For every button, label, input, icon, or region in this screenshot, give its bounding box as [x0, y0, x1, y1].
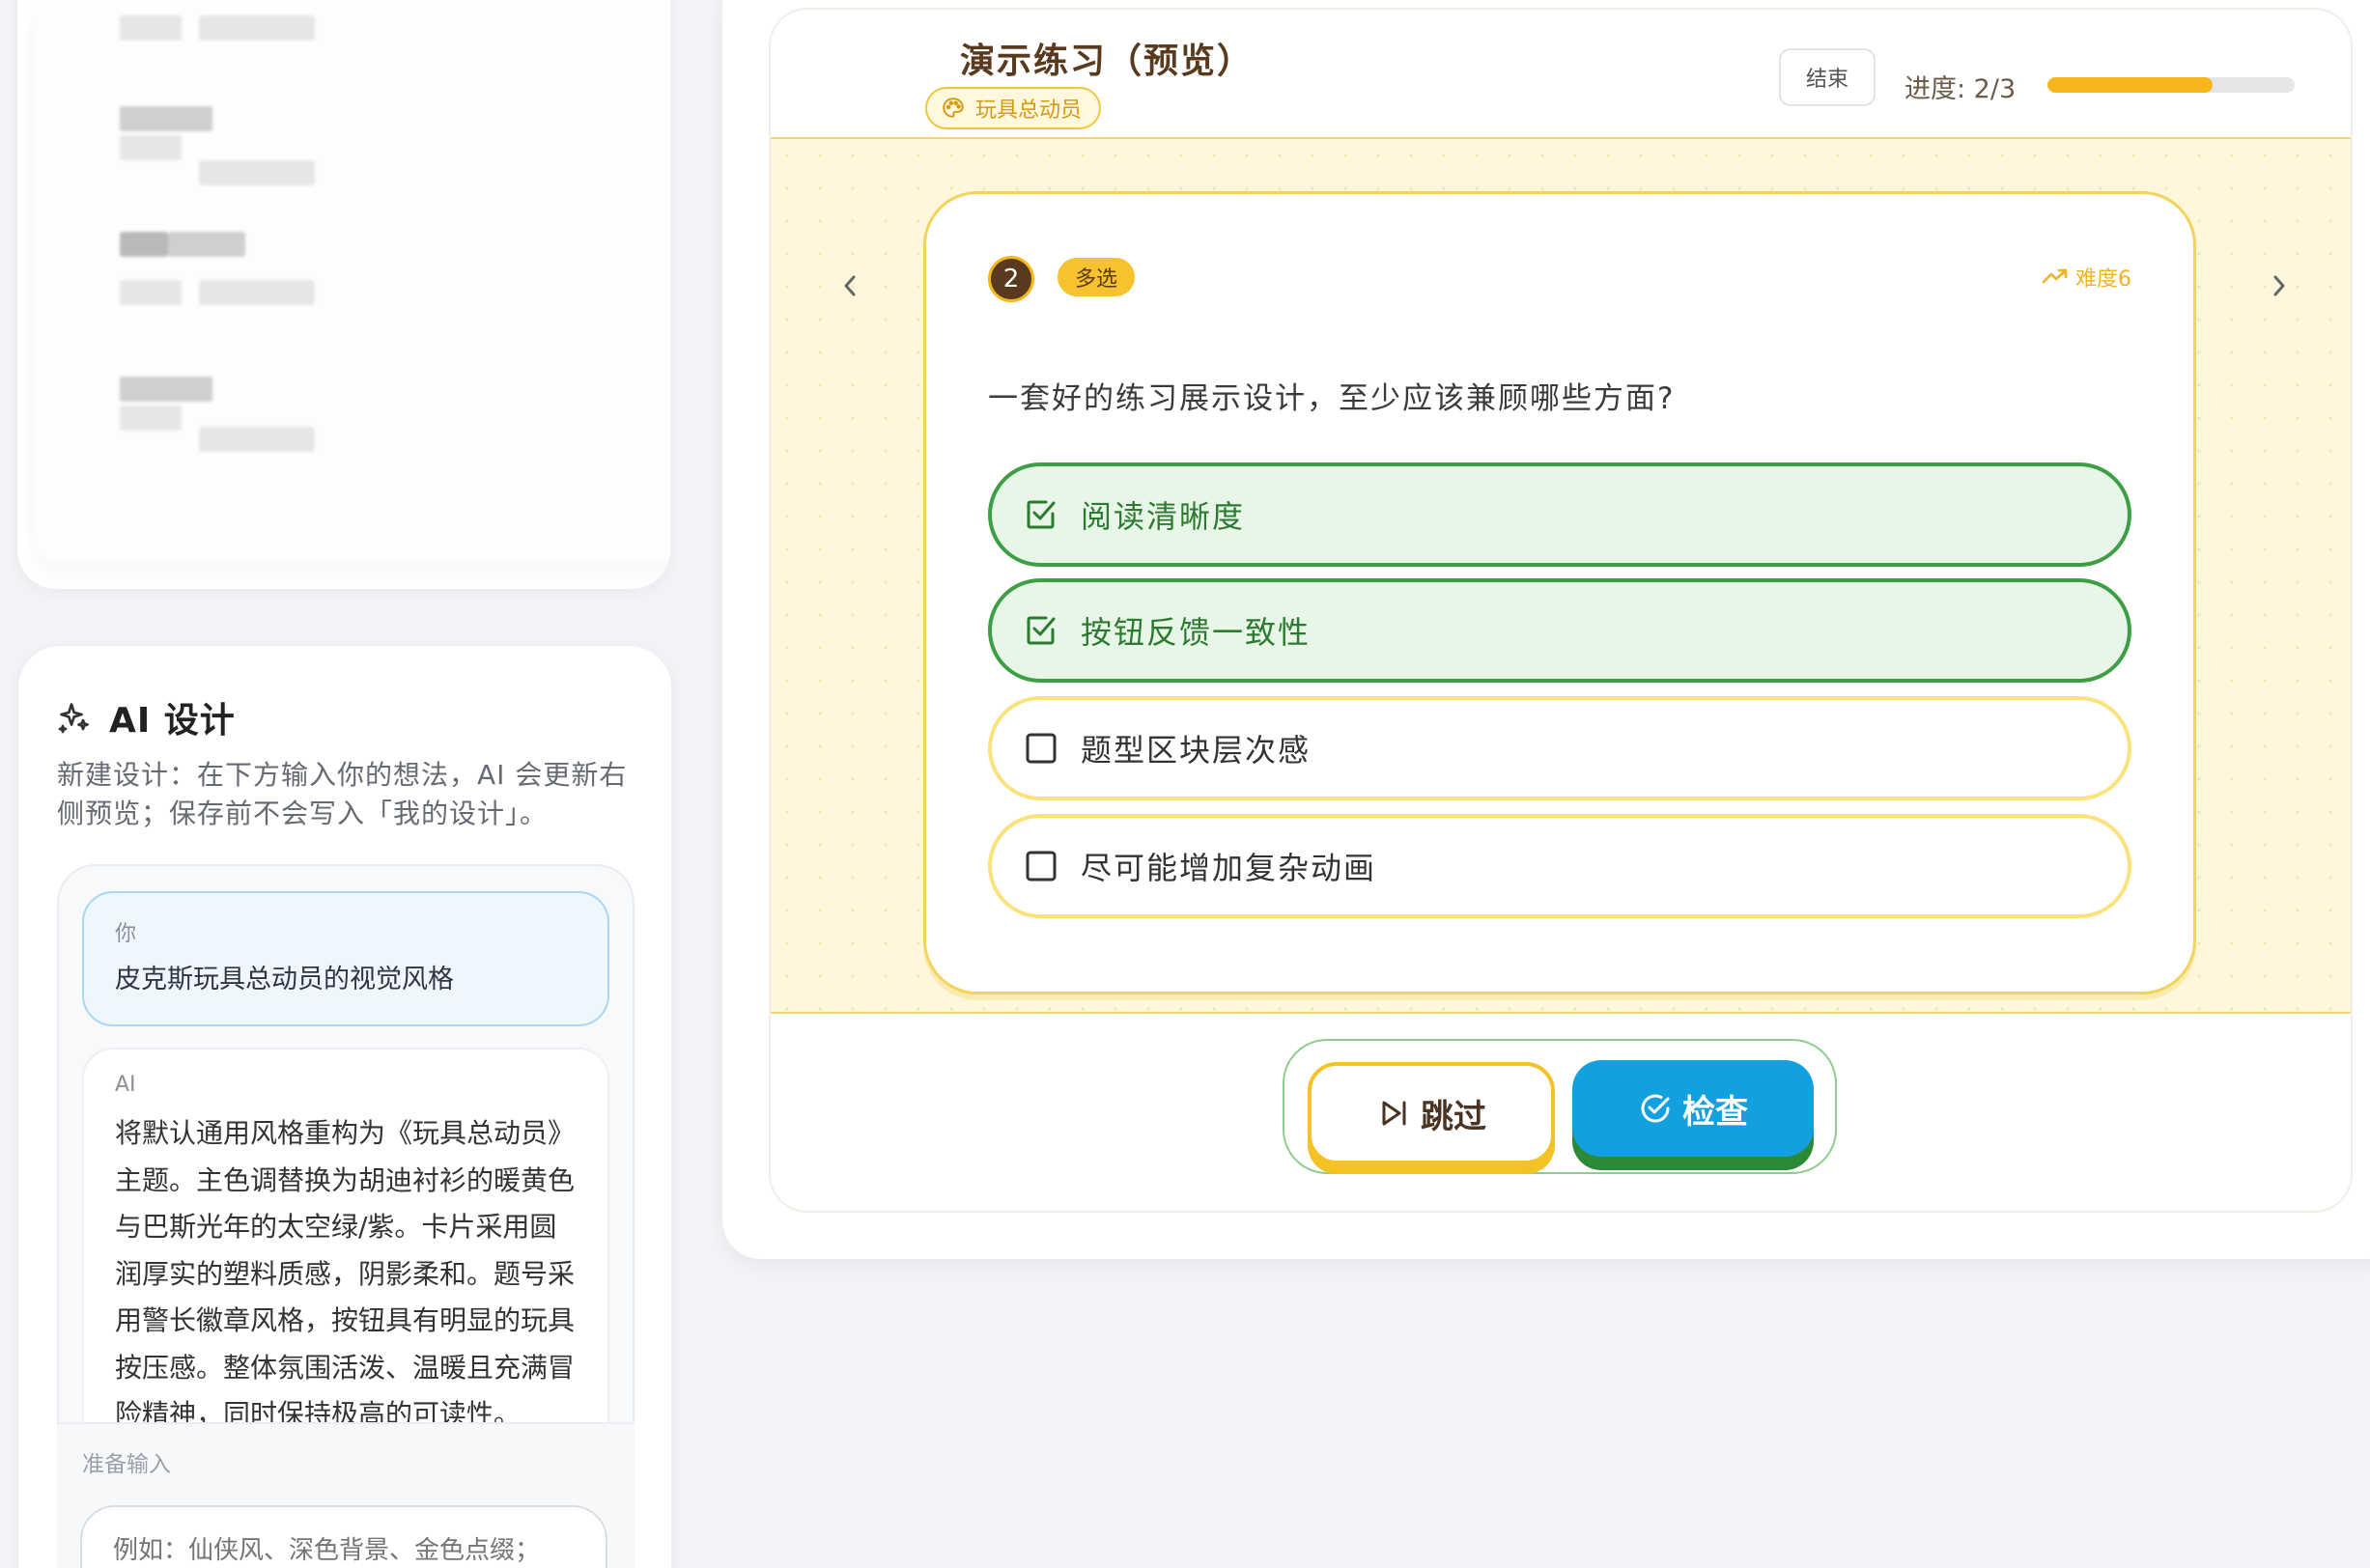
prompt-input-area: 准备输入: [57, 1422, 635, 1568]
progress-text: 进度: 2/3: [1904, 74, 2017, 104]
checkbox-empty-icon: [1025, 850, 1058, 882]
question-number-badge: 2: [988, 256, 1034, 302]
chevron-right-icon: [2273, 275, 2285, 296]
history-item[interactable]: [102, 106, 643, 212]
sparkle-icon: [58, 703, 89, 734]
option-4[interactable]: 尽可能增加复杂动画: [988, 814, 2131, 918]
exercise-preview: 演示练习（预览） 玩具总动员 结束 进度: 2/3 2 多选 难度6 一套好的练…: [769, 8, 2353, 1213]
question-stage: 2 多选 难度6 一套好的练习展示设计，至少应该兼顾哪些方面? 阅读清晰度 按钮…: [771, 139, 2351, 1014]
check-label: 检查: [1682, 1092, 1748, 1132]
palette-icon: [943, 98, 964, 118]
history-item[interactable]: [102, 8, 643, 114]
trending-up-icon: [2042, 268, 2068, 284]
message-role: 你: [115, 922, 137, 946]
page-title: 演示练习（预览）: [960, 42, 1255, 81]
history-item[interactable]: [102, 232, 643, 338]
prev-question-button[interactable]: [831, 266, 869, 305]
check-circle-icon: [1641, 1094, 1670, 1123]
message-role: AI: [115, 1073, 136, 1097]
progress-bar: [2047, 77, 2295, 93]
history-item[interactable]: [102, 377, 643, 483]
check-button[interactable]: 检查: [1572, 1060, 1814, 1157]
skip-button[interactable]: 跳过: [1308, 1062, 1555, 1164]
action-bar: 跳过 检查: [1283, 1039, 1837, 1174]
end-button[interactable]: 结束: [1779, 48, 1876, 106]
ai-panel-description: 新建设计：在下方输入你的想法，AI 会更新右侧预览；保存前不会写入「我的设计」。: [57, 759, 628, 829]
prompt-input[interactable]: [80, 1505, 607, 1568]
next-question-button[interactable]: [2260, 266, 2299, 305]
checkbox-empty-icon: [1025, 732, 1058, 765]
question-type-badge: 多选: [1058, 258, 1136, 296]
history-list-blurred: [35, 0, 670, 562]
question-text: 一套好的练习展示设计，至少应该兼顾哪些方面?: [988, 381, 1676, 416]
checkbox-checked-icon: [1025, 614, 1058, 647]
difficulty-indicator: 难度6: [2041, 262, 2131, 293]
history-card: [17, 0, 670, 589]
theme-tag-label: 玩具总动员: [975, 98, 1083, 123]
difficulty-label: 难度6: [2075, 267, 2131, 292]
checkbox-checked-icon: [1025, 498, 1058, 531]
theme-tag: 玩具总动员: [925, 87, 1102, 129]
skip-label: 跳过: [1421, 1097, 1486, 1136]
question-card: 2 多选 难度6 一套好的练习展示设计，至少应该兼顾哪些方面? 阅读清晰度 按钮…: [923, 191, 2196, 994]
option-label: 尽可能增加复杂动画: [1081, 850, 1377, 886]
option-label: 题型区块层次感: [1081, 732, 1312, 769]
ai-panel-title: AI 设计: [109, 701, 236, 741]
option-3[interactable]: 题型区块层次感: [988, 696, 2131, 800]
progress-bar-fill: [2047, 77, 2213, 93]
ai-panel-header: AI 设计: [57, 692, 236, 742]
skip-icon: [1382, 1101, 1406, 1126]
option-label: 阅读清晰度: [1081, 498, 1246, 535]
ai-design-panel: AI 设计 新建设计：在下方输入你的想法，AI 会更新右侧预览；保存前不会写入「…: [17, 645, 672, 1568]
chevron-left-icon: [844, 275, 856, 296]
preview-header: 演示练习（预览） 玩具总动员 结束 进度: 2/3: [771, 10, 2351, 139]
input-status-label: 准备输入: [82, 1452, 171, 1477]
option-1[interactable]: 阅读清晰度: [988, 462, 2131, 567]
chat-message-user: 你 皮克斯玩具总动员的视觉风格: [82, 891, 609, 1026]
message-text: 皮克斯玩具总动员的视觉风格: [115, 965, 454, 994]
option-label: 按钮反馈一致性: [1081, 614, 1312, 651]
option-2[interactable]: 按钮反馈一致性: [988, 578, 2131, 683]
message-text: 将默认通用风格重构为《玩具总动员》主题。主色调替换为胡迪衬衫的暖黄色与巴斯光年的…: [115, 1117, 576, 1430]
